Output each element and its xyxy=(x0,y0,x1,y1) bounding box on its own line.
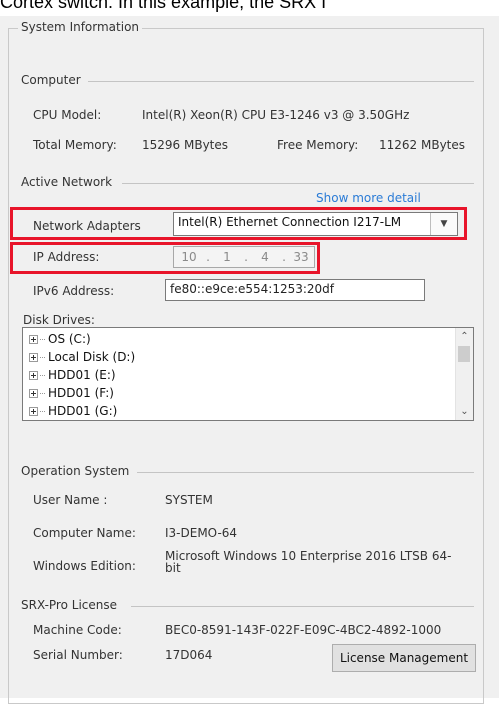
tree-item-label: HDD01 (G:) xyxy=(48,404,118,418)
section-divider xyxy=(137,472,474,473)
windows-edition-line: Microsoft Windows 10 Enterprise 2016 LTS… xyxy=(165,549,452,563)
windows-edition-label: Windows Edition: xyxy=(33,559,136,573)
machine-code-value: BEC0-8591-143F-022F-E09C-4BC2-4892-1000 xyxy=(165,623,442,637)
windows-edition-value: Microsoft Windows 10 Enterprise 2016 LTS… xyxy=(165,550,451,574)
network-adapters-label: Network Adapters xyxy=(33,219,141,233)
ipv6-address-field[interactable]: fe80::e9ce:e554:1253:20df xyxy=(165,279,425,301)
tree-item-label: HDD01 (E:) xyxy=(48,368,116,382)
serial-number-value: 17D064 xyxy=(165,648,213,662)
ip-separator: . xyxy=(244,250,248,264)
cpu-model-label: CPU Model: xyxy=(33,108,102,122)
expand-icon[interactable] xyxy=(29,388,38,398)
network-adapters-dropdown[interactable]: Intel(R) Ethernet Connection I217-LM ▼ xyxy=(173,212,458,236)
page-caption: Cortex switch. In this example, the SRX … xyxy=(0,0,327,12)
ip-octet: 4 xyxy=(261,250,269,264)
computer-name-value: I3-DEMO-64 xyxy=(165,526,238,540)
ip-address-field[interactable]: 10 . 1 . 4 . 33 xyxy=(173,246,315,268)
tree-item[interactable]: Local Disk (D:) xyxy=(29,348,135,366)
ip-address-label: IP Address: xyxy=(33,250,100,264)
ip-octet: 10 xyxy=(181,250,197,264)
tree-item-label: OS (C:) xyxy=(48,332,91,346)
ip-separator: . xyxy=(282,250,286,264)
ipv6-address-label: IPv6 Address: xyxy=(33,284,115,298)
ip-separator: . xyxy=(206,250,210,264)
tree-item[interactable]: HDD01 (G:) xyxy=(29,402,117,420)
ip-octet: 33 xyxy=(293,250,309,264)
network-adapters-selected: Intel(R) Ethernet Connection I217-LM xyxy=(178,215,402,229)
expand-icon[interactable] xyxy=(29,406,38,416)
cpu-model-value: Intel(R) Xeon(R) CPU E3-1246 v3 @ 3.50GH… xyxy=(142,108,410,122)
license-management-button[interactable]: License Management xyxy=(332,644,476,672)
disk-drives-label: Disk Drives: xyxy=(23,313,95,327)
total-memory-label: Total Memory: xyxy=(33,138,117,152)
serial-number-label: Serial Number: xyxy=(33,648,123,662)
tree-item-label: HDD01 (F:) xyxy=(48,386,114,400)
section-divider xyxy=(122,183,474,184)
expand-icon[interactable] xyxy=(29,352,38,362)
scroll-up-icon[interactable]: ⌃ xyxy=(456,328,473,345)
expand-icon[interactable] xyxy=(29,370,38,380)
section-active-network: Active Network xyxy=(21,175,113,189)
show-more-detail-link[interactable]: Show more detail xyxy=(316,191,421,205)
tree-item[interactable]: HDD01 (F:) xyxy=(29,384,114,402)
group-title: System Information xyxy=(18,20,143,34)
free-memory-value: 11262 MBytes xyxy=(379,138,466,152)
disk-drives-tree[interactable]: OS (C:) Local Disk (D:) HDD01 (E:) HDD01… xyxy=(22,327,474,421)
scroll-thumb[interactable] xyxy=(458,346,470,362)
section-divider xyxy=(88,81,474,82)
computer-name-label: Computer Name: xyxy=(33,526,136,540)
tree-item[interactable]: OS (C:) xyxy=(29,330,91,348)
chevron-down-icon[interactable]: ▼ xyxy=(430,213,457,235)
section-operation-system: Operation System xyxy=(21,464,130,478)
total-memory-value: 15296 MBytes xyxy=(142,138,229,152)
scroll-down-icon[interactable]: ⌄ xyxy=(456,403,473,420)
ip-octet: 1 xyxy=(223,250,231,264)
tree-item-label: Local Disk (D:) xyxy=(48,350,136,364)
disk-tree-scrollbar[interactable]: ⌃ ⌄ xyxy=(455,328,473,420)
section-divider xyxy=(131,606,474,607)
expand-icon[interactable] xyxy=(29,334,38,344)
windows-edition-line: bit xyxy=(165,561,181,575)
user-name-label: User Name : xyxy=(33,493,108,507)
section-srx-pro-license: SRX-Pro License xyxy=(21,598,117,612)
section-computer: Computer xyxy=(21,73,81,87)
free-memory-label: Free Memory: xyxy=(277,138,359,152)
machine-code-label: Machine Code: xyxy=(33,623,122,637)
tree-item[interactable]: HDD01 (E:) xyxy=(29,366,116,384)
user-name-value: SYSTEM xyxy=(165,493,213,507)
